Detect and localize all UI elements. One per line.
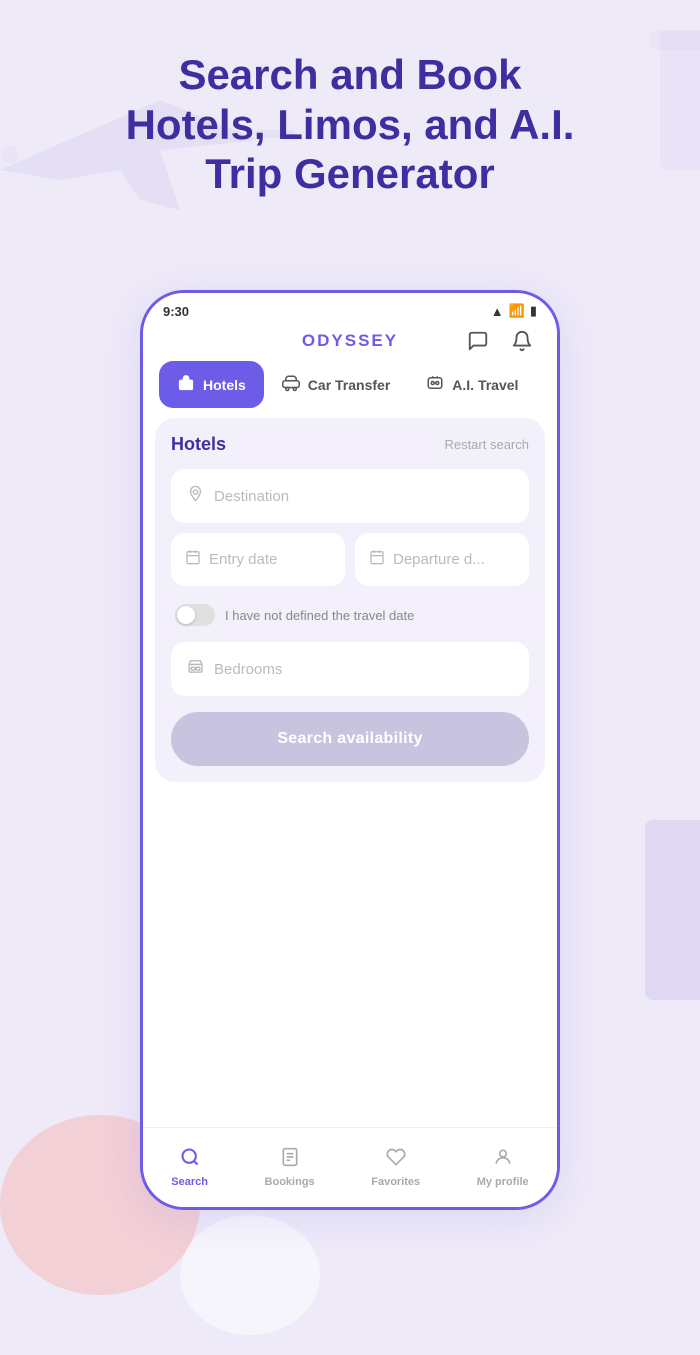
bg-rect-right <box>645 820 700 1000</box>
tab-car-transfer[interactable]: Car Transfer <box>264 361 408 408</box>
app-title: ODYSSEY <box>302 331 398 351</box>
bg-white-blob <box>180 1215 320 1335</box>
car-tab-icon <box>282 374 300 395</box>
section-title: Hotels <box>171 434 226 455</box>
search-availability-button[interactable]: Search availability <box>171 712 529 766</box>
profile-nav-icon <box>493 1147 513 1173</box>
bottom-nav-profile[interactable]: My profile <box>467 1143 539 1192</box>
date-row: Entry date Departure d... <box>171 533 529 586</box>
battery-icon: ▮ <box>530 303 537 319</box>
bottom-nav-search[interactable]: Search <box>161 1143 218 1192</box>
tabs-row: Hotels Car Transfer <box>143 361 557 408</box>
profile-nav-label: My profile <box>477 1176 529 1188</box>
tab-car-label: Car Transfer <box>308 377 390 393</box>
entry-date-field[interactable]: Entry date <box>171 533 345 586</box>
tab-ai-label: A.I. Travel <box>452 377 518 393</box>
hotels-tab-icon <box>177 374 195 395</box>
bookings-nav-label: Bookings <box>265 1176 315 1188</box>
tab-hotels[interactable]: Hotels <box>159 361 264 408</box>
entry-date-label: Entry date <box>209 551 277 568</box>
chat-icon-button[interactable] <box>463 326 493 356</box>
nav-icons <box>463 326 537 356</box>
bookings-nav-icon <box>280 1147 300 1173</box>
destination-label: Destination <box>214 488 289 505</box>
bedrooms-field[interactable]: Bedrooms <box>171 642 529 696</box>
travel-date-toggle[interactable] <box>175 604 215 626</box>
favorites-nav-icon <box>386 1147 406 1173</box>
top-nav: ODYSSEY <box>143 323 557 361</box>
favorites-nav-label: Favorites <box>371 1176 420 1188</box>
bell-icon-button[interactable] <box>507 326 537 356</box>
status-time: 9:30 <box>163 304 189 319</box>
entry-calendar-icon <box>185 549 201 570</box>
section-header: Hotels Restart search <box>171 434 529 455</box>
bottom-nav: Search Bookings Favorites <box>143 1127 557 1207</box>
search-nav-label: Search <box>171 1176 208 1188</box>
tab-hotels-label: Hotels <box>203 377 246 393</box>
bottom-nav-bookings[interactable]: Bookings <box>255 1143 325 1192</box>
bedrooms-label: Bedrooms <box>214 661 282 678</box>
main-content: Hotels Restart search Destination <box>155 418 545 782</box>
toggle-row: I have not defined the travel date <box>171 596 529 634</box>
bottom-nav-favorites[interactable]: Favorites <box>361 1143 430 1192</box>
search-nav-icon <box>180 1147 200 1173</box>
destination-field[interactable]: Destination <box>171 469 529 523</box>
status-bar: 9:30 ▲ 📶 ▮ <box>143 293 557 323</box>
phone-mockup: 9:30 ▲ 📶 ▮ ODYSSEY <box>140 290 560 1210</box>
signal-icon: ▲ <box>491 304 504 319</box>
bedrooms-icon <box>187 658 204 680</box>
location-icon <box>187 485 204 507</box>
tab-ai-travel[interactable]: A.I. Travel <box>408 361 536 408</box>
status-icons: ▲ 📶 ▮ <box>491 303 537 319</box>
departure-date-label: Departure d... <box>393 551 485 568</box>
toggle-label: I have not defined the travel date <box>225 608 414 623</box>
restart-search-link[interactable]: Restart search <box>444 437 529 452</box>
ai-tab-icon <box>426 374 444 395</box>
main-headline: Search and Book Hotels, Limos, and A.I. … <box>0 50 700 199</box>
departure-calendar-icon <box>369 549 385 570</box>
departure-date-field[interactable]: Departure d... <box>355 533 529 586</box>
wifi-icon: 📶 <box>509 303 525 319</box>
